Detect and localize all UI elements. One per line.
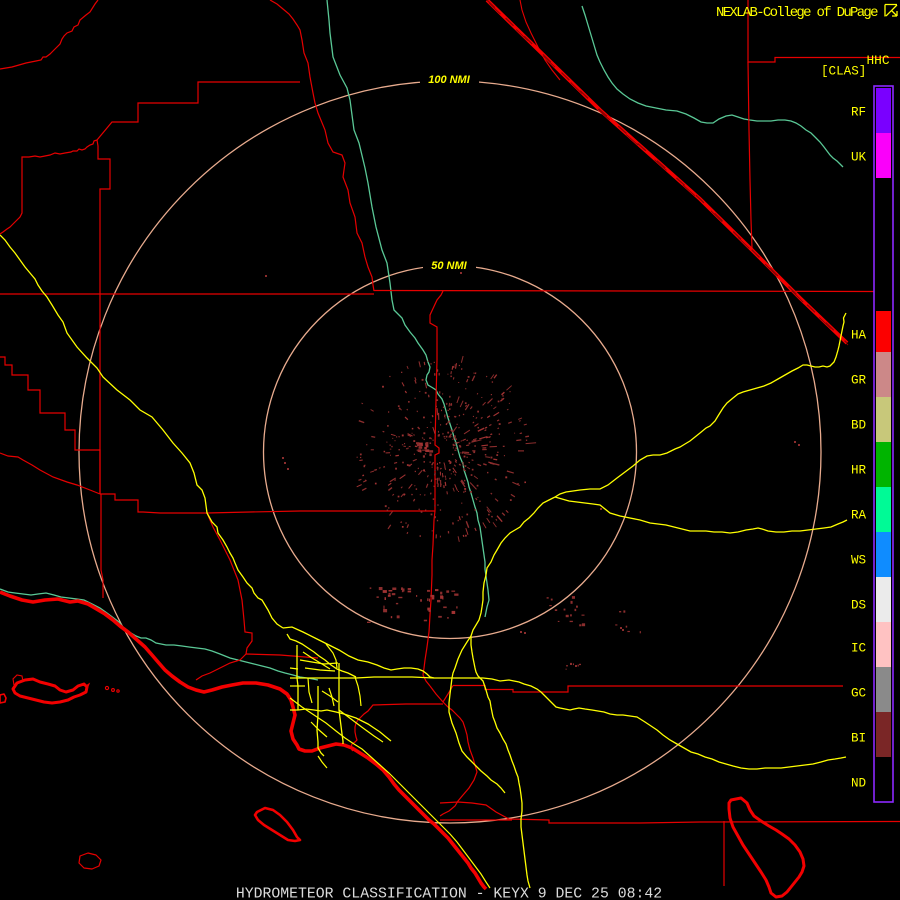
svg-text:50 NMI: 50 NMI [431,260,467,272]
svg-text:HHC: HHC [867,53,890,68]
svg-text:HA: HA [851,329,867,343]
svg-text:ND: ND [851,777,866,791]
svg-text:DS: DS [851,599,866,613]
svg-text:NEXLAB-College of DuPage: NEXLAB-College of DuPage [716,5,878,21]
svg-text:RA: RA [851,509,867,523]
svg-text:[CLAS]: [CLAS] [821,65,866,79]
svg-text:BI: BI [851,732,866,746]
svg-text:GC: GC [851,687,867,701]
svg-text:WS: WS [851,554,866,568]
svg-text:GR: GR [851,374,867,388]
svg-text:UK: UK [851,151,867,165]
svg-text:RF: RF [851,106,866,120]
svg-text:100 NMI: 100 NMI [428,74,471,86]
svg-text:HYDROMETEOR CLASSIFICATION - K: HYDROMETEOR CLASSIFICATION - KEYX 9 DEC … [236,887,662,900]
svg-text:BD: BD [851,419,866,433]
svg-text:HR: HR [851,464,867,478]
svg-text:IC: IC [851,642,867,656]
